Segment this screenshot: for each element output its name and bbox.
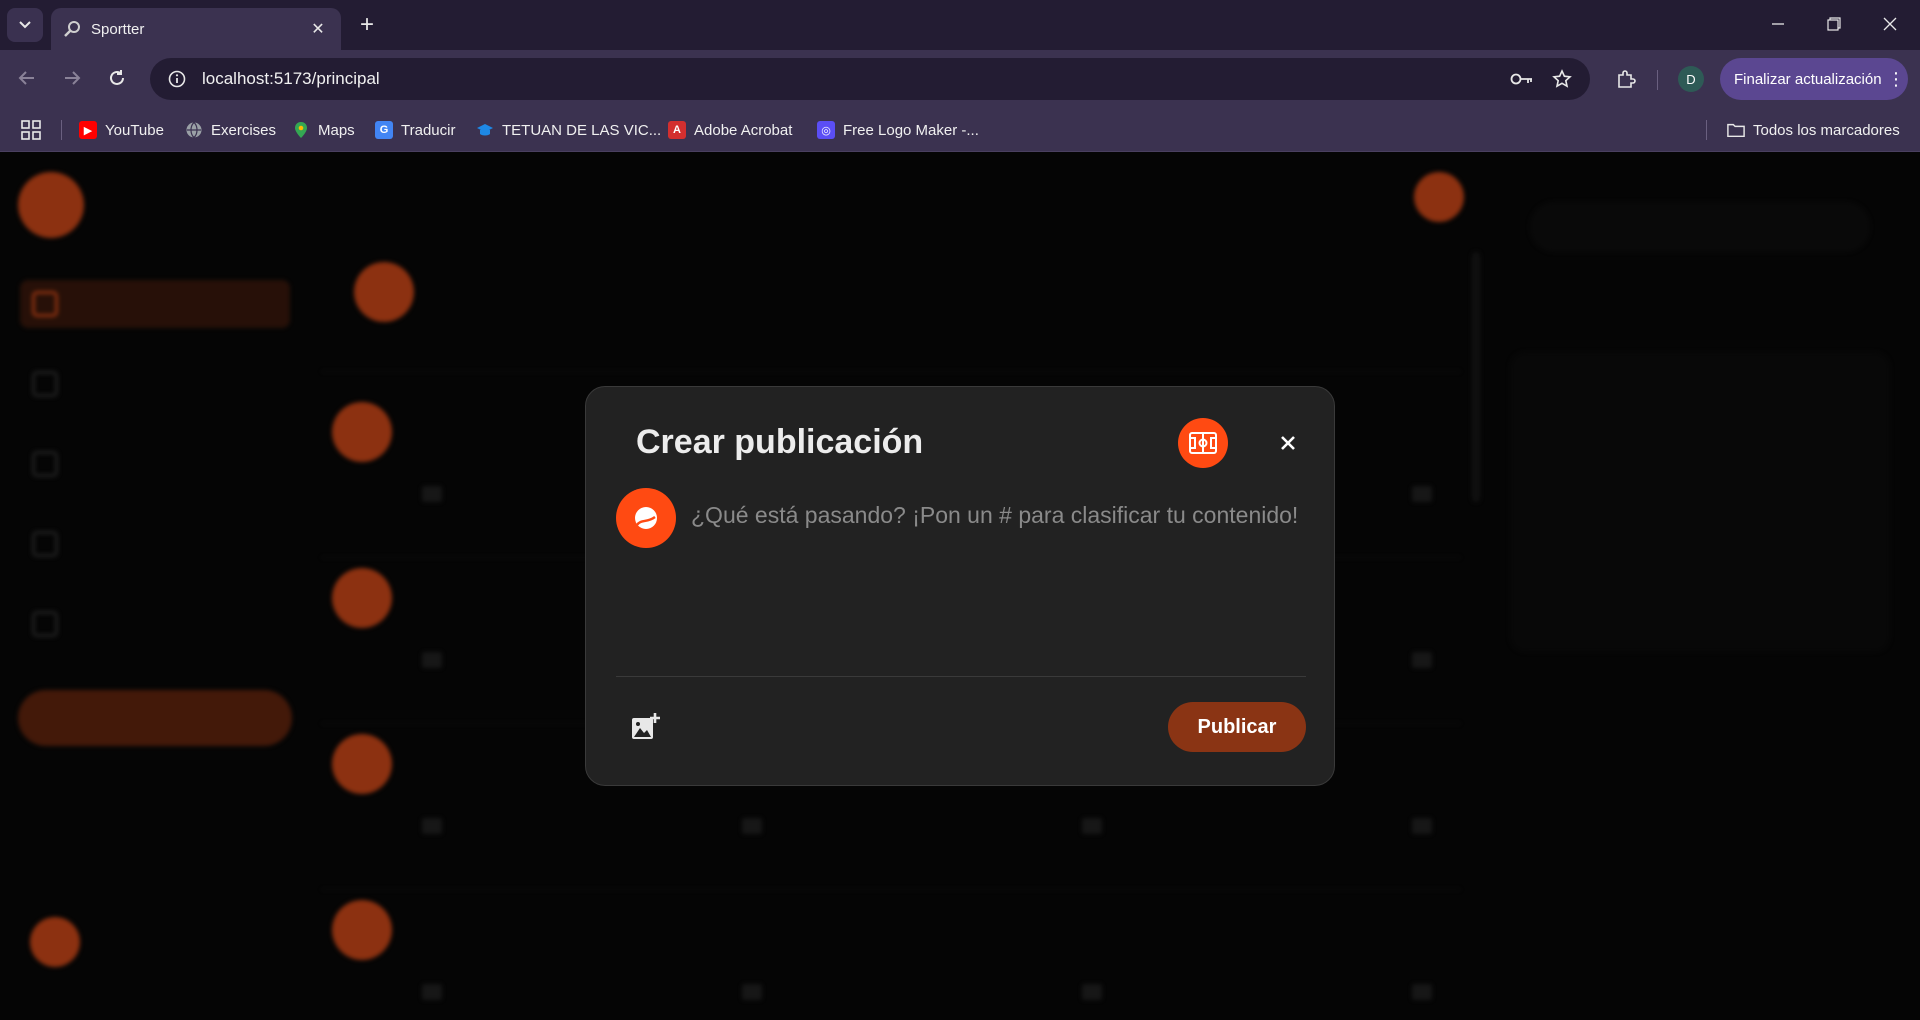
password-key-icon[interactable] — [1508, 65, 1536, 93]
soccer-field-icon — [1189, 432, 1217, 454]
bookmark-label: Free Logo Maker -... — [843, 121, 979, 139]
bookmark-adobe-acrobat[interactable]: A Adobe Acrobat — [668, 119, 792, 141]
arrow-right-icon — [65, 71, 81, 85]
maps-icon — [292, 121, 310, 139]
globe-icon — [185, 121, 203, 139]
site-info-icon[interactable] — [164, 66, 190, 92]
minimize-button[interactable] — [1750, 0, 1806, 48]
bookmarks-separator — [1706, 120, 1707, 140]
bookmark-label: Adobe Acrobat — [694, 121, 793, 139]
update-button-label: Finalizar actualización — [1734, 70, 1882, 88]
youtube-icon: ▶ — [79, 121, 97, 139]
bookmark-label: TETUAN DE LAS VIC... — [502, 121, 662, 139]
back-button[interactable] — [10, 61, 44, 95]
arrow-left-icon — [18, 71, 34, 85]
all-bookmarks-label: Todos los marcadores — [1753, 121, 1900, 139]
bookmark-traducir[interactable]: G Traducir — [375, 119, 455, 141]
forward-button[interactable] — [55, 61, 89, 95]
translate-icon: G — [375, 121, 393, 139]
tab-close-icon[interactable]: ✕ — [307, 18, 329, 40]
close-window-button[interactable] — [1862, 0, 1918, 48]
browser-tab[interactable]: Sportter ✕ — [51, 8, 341, 50]
sport-category-button[interactable] — [1178, 418, 1228, 468]
puzzle-icon — [1618, 70, 1636, 88]
sportter-favicon-icon — [63, 20, 81, 38]
acrobat-icon: A — [668, 121, 686, 139]
bookmark-label: YouTube — [105, 121, 164, 139]
restore-button[interactable] — [1806, 0, 1862, 48]
bookmark-label: Exercises — [211, 121, 277, 139]
new-tab-button[interactable]: + — [352, 10, 382, 40]
create-post-modal: Crear publicación Publicar — [585, 386, 1335, 786]
bookmark-maps[interactable]: Maps — [292, 119, 355, 141]
finish-update-button[interactable]: Finalizar actualización ⋮ — [1720, 58, 1908, 100]
logo-maker-icon: ◎ — [817, 121, 835, 139]
tab-search-button[interactable] — [7, 8, 43, 42]
close-icon — [1281, 436, 1295, 450]
close-icon — [1883, 17, 1897, 31]
bookmark-label: Maps — [318, 121, 355, 139]
chevron-down-icon — [19, 21, 31, 29]
profile-avatar[interactable]: D — [1678, 66, 1704, 92]
modal-title: Crear publicación — [636, 423, 924, 461]
close-modal-button[interactable] — [1274, 429, 1302, 457]
toolbar-separator — [1657, 70, 1658, 90]
folder-icon — [1727, 121, 1745, 139]
apps-grid-icon[interactable] — [20, 119, 42, 141]
more-vert-icon[interactable]: ⋮ — [1884, 69, 1908, 90]
bookmarks-separator — [61, 120, 62, 140]
browser-toolbar: localhost:5173/principal D Finalizar act… — [0, 50, 1920, 108]
add-image-button[interactable] — [629, 711, 661, 743]
reload-button[interactable] — [100, 61, 134, 95]
user-avatar-icon — [635, 507, 657, 529]
publish-button[interactable]: Publicar — [1168, 702, 1306, 752]
add-photo-icon — [632, 713, 660, 739]
extensions-button[interactable] — [1610, 63, 1642, 95]
school-icon — [476, 121, 494, 139]
restore-icon — [1827, 17, 1841, 31]
reload-icon — [110, 70, 124, 85]
bookmark-label: Traducir — [401, 121, 456, 139]
all-bookmarks-button[interactable]: Todos los marcadores — [1727, 119, 1900, 141]
bookmarks-bar: ▶ YouTube Exercises Maps G Traducir TETU… — [0, 108, 1920, 152]
address-bar[interactable]: localhost:5173/principal — [150, 58, 1590, 100]
tab-title: Sportter — [91, 20, 145, 38]
bookmark-free-logo-maker[interactable]: ◎ Free Logo Maker -... — [817, 119, 979, 141]
avatar — [616, 488, 676, 548]
bookmark-star-icon[interactable] — [1548, 65, 1576, 93]
bookmark-youtube[interactable]: ▶ YouTube — [79, 119, 164, 141]
bookmark-tetuan[interactable]: TETUAN DE LAS VIC... — [476, 119, 661, 141]
browser-titlebar: Sportter ✕ + — [0, 0, 1920, 50]
modal-divider — [616, 676, 1306, 677]
minimize-icon — [1772, 23, 1784, 25]
post-content-textarea[interactable] — [691, 497, 1301, 637]
url-text[interactable]: localhost:5173/principal — [202, 69, 1496, 89]
bookmark-exercises[interactable]: Exercises — [185, 119, 276, 141]
